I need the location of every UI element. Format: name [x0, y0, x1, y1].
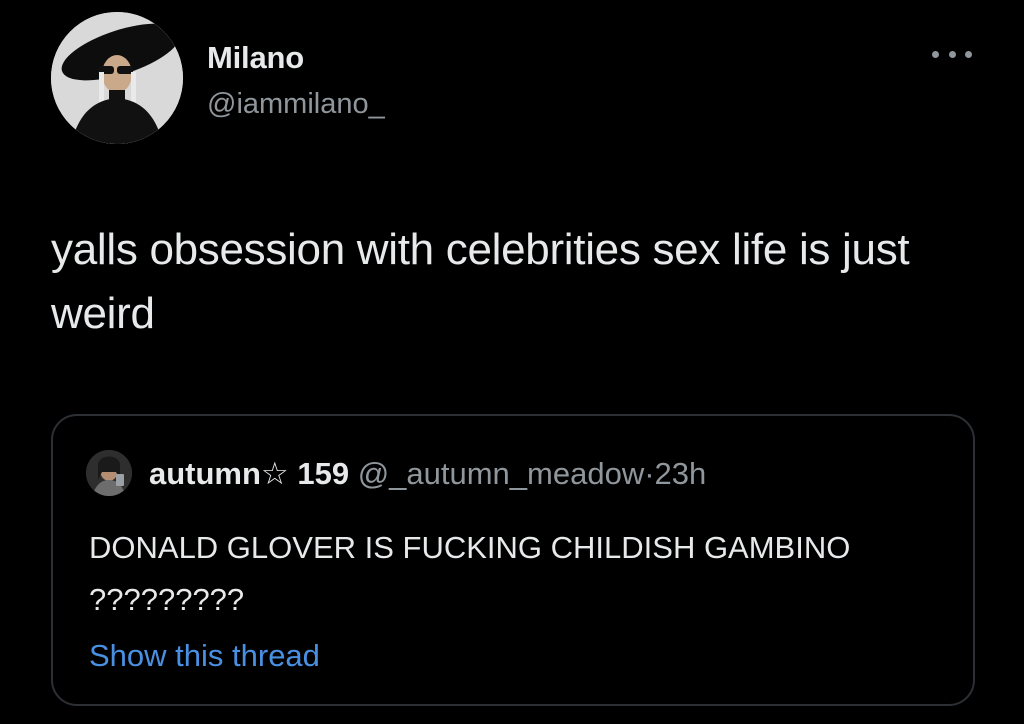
dot [932, 50, 939, 58]
tweet: Milano @iammilano_ yalls obsession with … [0, 0, 1024, 724]
author-avatar[interactable] [51, 12, 183, 144]
quoted-tweet-header: autumn☆ 159 @_autumn_meadow·23h [149, 454, 706, 494]
quoted-tweet[interactable]: autumn☆ 159 @_autumn_meadow·23h DONALD G… [51, 414, 975, 706]
dot [948, 50, 956, 58]
tweet-text: yalls obsession with celebrities sex lif… [51, 225, 910, 338]
dot [965, 50, 972, 58]
show-thread-link[interactable]: Show this thread [89, 638, 320, 674]
quoted-author-handle[interactable]: @_autumn_meadow [358, 456, 645, 491]
quoted-author-avatar[interactable] [86, 450, 132, 496]
more-options-icon[interactable] [932, 44, 972, 64]
quoted-timestamp[interactable]: 23h [655, 456, 707, 491]
quoted-author-display-name[interactable]: autumn☆ 159 [149, 456, 349, 491]
avatar-image-icon [51, 12, 183, 144]
quoted-separator: · [644, 456, 655, 491]
author-display-name[interactable]: Milano [207, 40, 304, 76]
quoted-tweet-text: DONALD GLOVER IS FUCKING CHILDISH GAMBIN… [89, 530, 851, 617]
author-handle[interactable]: @iammilano_ [207, 88, 385, 121]
quoted-avatar-image-icon [86, 450, 132, 496]
